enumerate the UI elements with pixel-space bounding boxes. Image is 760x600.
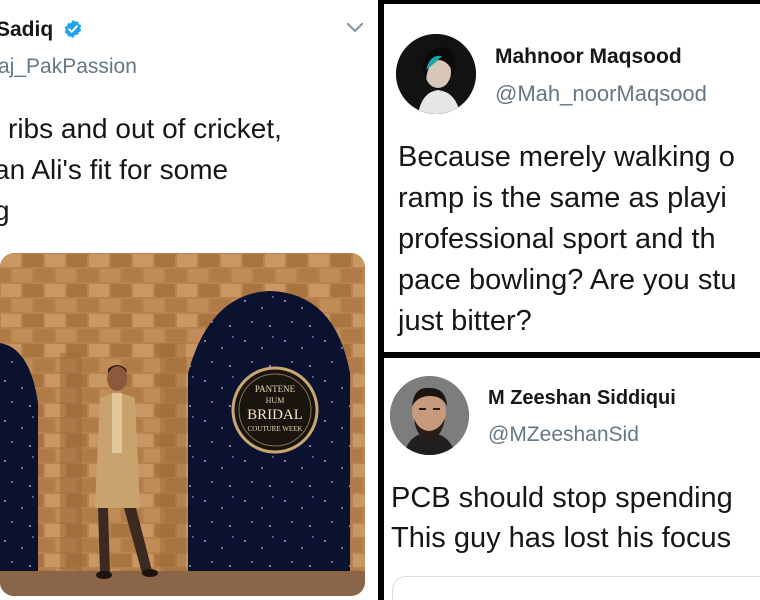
runway-scene: PANTENE HUM BRIDAL COUTURE WEEK bbox=[0, 253, 365, 596]
author-name[interactable]: M Zeeshan Siddiqui bbox=[488, 387, 676, 410]
author-name[interactable]: Mahnoor Maqsood bbox=[495, 45, 682, 69]
chevron-down-icon[interactable] bbox=[346, 22, 364, 34]
tweet-panel-bottom-right: M Zeeshan Siddiqui @MZeeshanSid PCB shou… bbox=[384, 358, 760, 600]
avatar[interactable] bbox=[390, 376, 469, 455]
verified-icon bbox=[64, 19, 82, 39]
tweet-text: Because merely walking o ramp is the sam… bbox=[398, 141, 737, 337]
banner-text-4: COUTURE WEEK bbox=[248, 425, 303, 433]
banner-text-3: BRIDAL bbox=[247, 407, 303, 423]
avatar-image bbox=[390, 376, 469, 455]
quoted-tweet-card[interactable] bbox=[392, 576, 760, 600]
avatar[interactable] bbox=[396, 34, 476, 114]
tweet-text: l ribs and out of cricket, an Ali's fit … bbox=[0, 113, 282, 226]
tweet-text: PCB should stop spending This guy has lo… bbox=[391, 482, 733, 554]
author-handle[interactable]: aj_PakPassion bbox=[0, 55, 137, 79]
banner-text-1: PANTENE bbox=[255, 384, 296, 394]
author-name[interactable]: Sadiq bbox=[0, 18, 53, 42]
video-thumbnail[interactable]: PANTENE HUM BRIDAL COUTURE WEEK bbox=[0, 253, 365, 596]
tweet-panel-top-right: Mahnoor Maqsood @Mah_noorMaqsood Because… bbox=[384, 4, 760, 352]
author-handle[interactable]: @MZeeshanSid bbox=[488, 423, 639, 447]
banner-text-2: HUM bbox=[266, 396, 285, 405]
author-handle[interactable]: @Mah_noorMaqsood bbox=[495, 81, 707, 107]
tweet-panel-left: Sadiq aj_PakPassion l ribs and out of cr… bbox=[0, 0, 378, 600]
avatar-image bbox=[396, 34, 476, 114]
